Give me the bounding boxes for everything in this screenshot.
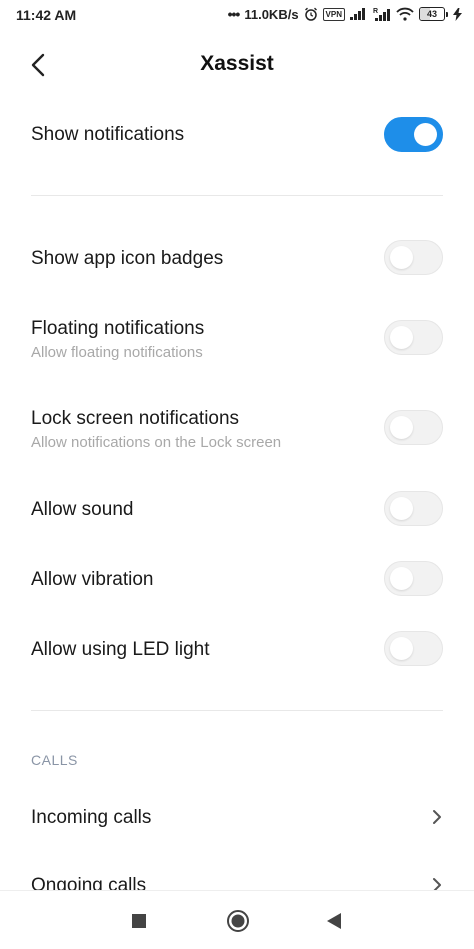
allow-led-toggle[interactable] <box>384 631 443 666</box>
setting-allow-vibration[interactable]: Allow vibration <box>0 561 474 601</box>
setting-label: Allow vibration <box>31 569 154 590</box>
chevron-right-icon <box>433 878 441 890</box>
more-dots-icon: ••• <box>227 6 241 22</box>
app-icon-badges-toggle[interactable] <box>384 240 443 275</box>
setting-allow-sound[interactable]: Allow sound <box>0 491 474 531</box>
charging-icon <box>453 7 462 21</box>
list-item-label: Ongoing calls <box>31 875 147 890</box>
system-nav-bar <box>0 890 474 949</box>
battery-icon: 43 <box>419 7 448 21</box>
lock-screen-notifications-toggle[interactable] <box>384 410 443 445</box>
setting-label: Floating notifications <box>31 318 205 339</box>
alarm-icon <box>304 7 317 21</box>
setting-lock-screen-notifications[interactable]: Lock screen notifications Allow notifica… <box>0 408 474 455</box>
battery-level: 43 <box>426 9 437 19</box>
chevron-right-icon <box>433 810 441 824</box>
svg-text:R: R <box>373 8 378 15</box>
setting-label: Allow using LED light <box>31 639 210 660</box>
vpn-badge: VPN <box>322 7 345 21</box>
signal-icon <box>350 8 365 20</box>
allow-vibration-toggle[interactable] <box>384 561 443 596</box>
setting-show-notifications[interactable]: Show notifications <box>0 108 474 163</box>
divider <box>31 710 443 711</box>
setting-label: Show notifications <box>31 124 185 145</box>
setting-app-icon-badges[interactable]: Show app icon badges <box>0 240 474 280</box>
list-item-ongoing-calls[interactable]: Ongoing calls <box>0 868 474 890</box>
section-header-calls: CALLS <box>31 752 78 768</box>
setting-label: Allow sound <box>31 499 134 520</box>
setting-allow-led[interactable]: Allow using LED light <box>0 631 474 671</box>
divider <box>31 195 443 196</box>
page-title: Xassist <box>200 52 274 75</box>
status-time: 11:42 AM <box>16 7 77 23</box>
allow-sound-toggle[interactable] <box>384 491 443 526</box>
recents-square-icon[interactable] <box>131 913 147 929</box>
network-speed: 11.0KB/s <box>244 6 299 22</box>
floating-notifications-toggle[interactable] <box>384 320 443 355</box>
setting-label: Show app icon badges <box>31 248 224 269</box>
status-icons: ••• 11.0KB/s VPN R 43 <box>228 6 462 22</box>
show-notifications-toggle[interactable] <box>384 117 443 152</box>
list-item-incoming-calls[interactable]: Incoming calls <box>0 800 474 836</box>
setting-description: Allow notifications on the Lock screen <box>31 434 282 451</box>
status-bar: 11:42 AM ••• 11.0KB/s VPN R 43 <box>0 0 474 30</box>
home-circle-icon[interactable] <box>226 909 250 933</box>
app-header: Xassist <box>0 40 474 90</box>
setting-floating-notifications[interactable]: Floating notifications Allow floating no… <box>0 318 474 365</box>
wifi-icon <box>396 7 414 21</box>
list-item-label: Incoming calls <box>31 807 152 828</box>
setting-label: Lock screen notifications <box>31 408 240 429</box>
signal-roaming-icon: R <box>373 8 390 21</box>
back-triangle-icon[interactable] <box>326 912 342 930</box>
setting-description: Allow floating notifications <box>31 344 203 361</box>
